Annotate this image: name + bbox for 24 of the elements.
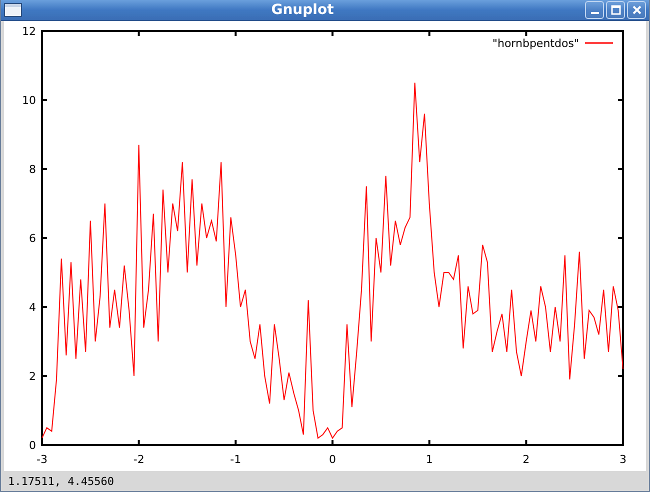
- status-text: 1.17511, 4.45560: [7, 474, 115, 490]
- window-menu-icon[interactable]: [4, 3, 22, 17]
- y-tick-label: 10: [22, 94, 36, 107]
- close-icon: [632, 5, 642, 15]
- y-tick-label: 0: [29, 439, 36, 452]
- x-tick-label: 1: [426, 453, 433, 466]
- x-tick-label: -2: [133, 453, 144, 466]
- maximize-button[interactable]: [606, 1, 625, 19]
- minimize-icon: [590, 12, 598, 14]
- x-tick-label: -3: [36, 453, 48, 466]
- minimize-button[interactable]: [585, 1, 604, 19]
- y-tick-label: 6: [29, 232, 36, 245]
- close-button[interactable]: [627, 1, 646, 19]
- x-tick-label: 2: [522, 453, 530, 466]
- x-tick-label: 3: [620, 453, 626, 466]
- window-title: Gnuplot: [270, 2, 335, 18]
- y-tick-label: 2: [29, 370, 36, 383]
- legend-label: "hornbpentdos": [492, 37, 579, 50]
- x-tick-label: 0: [329, 453, 336, 466]
- x-tick-label: -1: [230, 453, 242, 466]
- y-tick-label: 8: [29, 163, 36, 176]
- y-tick-label: 12: [22, 25, 36, 38]
- maximize-icon: [610, 5, 620, 15]
- y-tick-label: 4: [29, 301, 36, 314]
